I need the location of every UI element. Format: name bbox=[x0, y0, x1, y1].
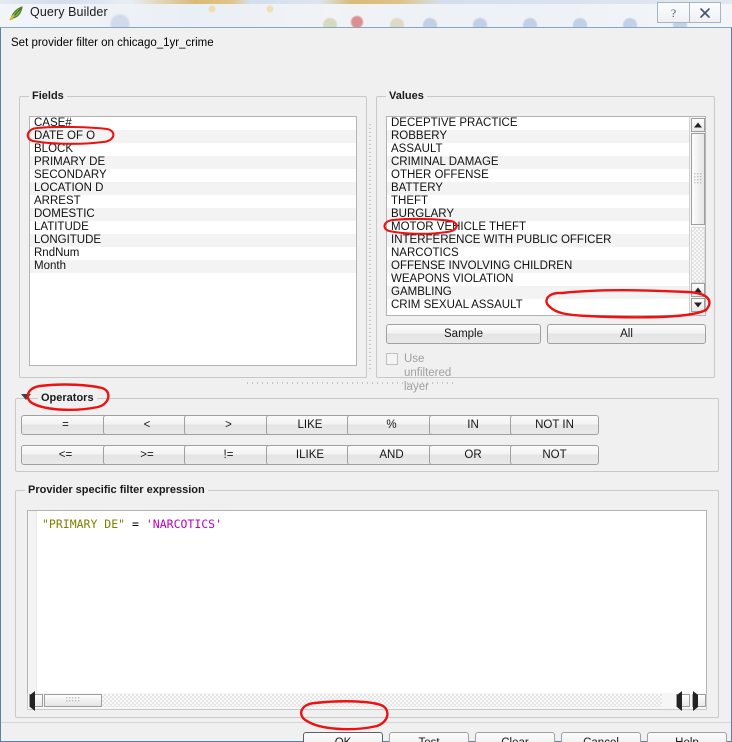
fields-list-rows: CASE#DATE OF OBLOCKPRIMARY DESECONDARYLO… bbox=[30, 117, 356, 273]
all-button[interactable]: All bbox=[547, 324, 706, 344]
values-list-item[interactable]: BATTERY bbox=[387, 182, 705, 195]
window-title: Query Builder bbox=[30, 5, 108, 19]
editor-gutter bbox=[28, 511, 37, 702]
scroll-right-icon[interactable] bbox=[692, 694, 706, 707]
help-caption-button[interactable]: ? bbox=[657, 2, 689, 23]
operator-button-not-in[interactable]: NOT IN bbox=[510, 415, 599, 435]
close-x-icon bbox=[698, 6, 712, 20]
values-list-item[interactable]: ASSAULT bbox=[387, 143, 705, 156]
scroll-left-icon[interactable] bbox=[29, 694, 43, 707]
values-list-item[interactable]: MOTOR VEHICLE THEFT bbox=[387, 221, 705, 234]
bottom-separator bbox=[1, 722, 731, 723]
filter-expression-text: "PRIMARY DE" = 'NARCOTICS' bbox=[42, 517, 222, 532]
use-unfiltered-layer-checkbox[interactable] bbox=[386, 353, 398, 365]
question-mark-icon: ? bbox=[667, 6, 680, 20]
fields-list-item[interactable]: LOCATION D bbox=[30, 182, 356, 195]
operator-button-[interactable]: >= bbox=[103, 445, 192, 465]
fields-list-item[interactable]: DOMESTIC bbox=[30, 208, 356, 221]
window-titlebar: Query Builder ? bbox=[0, 0, 732, 27]
operator-button-[interactable]: > bbox=[184, 415, 273, 435]
fields-list-item[interactable]: PRIMARY DE bbox=[30, 156, 356, 169]
dialog-body: Set provider filter on chicago_1yr_crime… bbox=[0, 27, 732, 742]
fields-values-splitter[interactable] bbox=[367, 124, 374, 369]
clear-button[interactable]: Clear bbox=[475, 732, 555, 742]
filter-expression-editor[interactable]: "PRIMARY DE" = 'NARCOTICS' bbox=[27, 510, 707, 703]
values-list[interactable]: DECEPTIVE PRACTICEROBBERYASSAULTCRIMINAL… bbox=[386, 116, 706, 316]
hscrollbar-thumb[interactable] bbox=[44, 694, 102, 707]
desktop-blur-strip bbox=[0, 0, 732, 4]
fields-list-item[interactable]: DATE OF O bbox=[30, 130, 356, 143]
svg-text:?: ? bbox=[671, 6, 676, 20]
scroll-up-icon-bottom[interactable] bbox=[691, 283, 705, 297]
values-list-item[interactable]: GAMBLING bbox=[387, 286, 705, 299]
operator-button-[interactable]: = bbox=[21, 415, 110, 435]
fields-list[interactable]: CASE#DATE OF OBLOCKPRIMARY DESECONDARYLO… bbox=[29, 116, 357, 366]
fields-list-item[interactable]: BLOCK bbox=[30, 143, 356, 156]
values-list-item[interactable]: WEAPONS VIOLATION bbox=[387, 273, 705, 286]
values-list-item[interactable]: DECEPTIVE PRACTICE bbox=[387, 117, 705, 130]
fields-group-label: Fields bbox=[29, 90, 67, 102]
fields-list-item[interactable]: RndNum bbox=[30, 247, 356, 260]
values-list-item[interactable]: CRIM SEXUAL ASSAULT bbox=[387, 299, 705, 312]
qgis-leaf-icon bbox=[8, 5, 25, 22]
sample-button[interactable]: Sample bbox=[386, 324, 541, 344]
operator-button-not[interactable]: NOT bbox=[510, 445, 599, 465]
fields-list-item[interactable]: Month bbox=[30, 260, 356, 273]
ok-button[interactable]: OK bbox=[303, 732, 383, 742]
values-list-item[interactable]: INTERFERENCE WITH PUBLIC OFFICER bbox=[387, 234, 705, 247]
values-vertical-scrollbar[interactable] bbox=[689, 117, 705, 315]
scrollbar-track[interactable] bbox=[691, 227, 705, 283]
provider-filter-subtitle: Set provider filter on chicago_1yr_crime bbox=[11, 37, 214, 49]
query-builder-window: Query Builder ? Set provider filter on c… bbox=[0, 0, 732, 742]
values-list-rows: DECEPTIVE PRACTICEROBBERYASSAULTCRIMINAL… bbox=[387, 117, 705, 312]
operator-button-or[interactable]: OR bbox=[429, 445, 518, 465]
test-button[interactable]: Test bbox=[389, 732, 469, 742]
values-list-item[interactable]: BURGLARY bbox=[387, 208, 705, 221]
expression-group-label: Provider specific filter expression bbox=[25, 484, 208, 496]
fields-list-item[interactable]: CASE# bbox=[30, 117, 356, 130]
operators-group-label: Operators bbox=[38, 392, 97, 404]
expression-token-string: 'NARCOTICS' bbox=[146, 517, 222, 531]
fields-list-item[interactable]: LONGITUDE bbox=[30, 234, 356, 247]
operator-button-[interactable]: != bbox=[184, 445, 273, 465]
fields-list-item[interactable]: ARREST bbox=[30, 195, 356, 208]
operator-button-in[interactable]: IN bbox=[429, 415, 518, 435]
grip-dots-icon-h bbox=[65, 697, 81, 705]
grip-dots-icon bbox=[694, 172, 702, 186]
fields-list-item[interactable]: LATITUDE bbox=[30, 221, 356, 234]
hscrollbar-track[interactable] bbox=[102, 694, 662, 707]
scroll-left-icon-end[interactable] bbox=[676, 694, 690, 707]
cancel-button[interactable]: Cancel bbox=[561, 732, 641, 742]
operator-button-[interactable]: < bbox=[103, 415, 192, 435]
scroll-down-icon[interactable] bbox=[691, 298, 705, 312]
close-caption-button[interactable] bbox=[689, 2, 721, 23]
help-button[interactable]: Help bbox=[647, 732, 727, 742]
chevron-down-icon[interactable] bbox=[21, 394, 31, 400]
values-group-label: Values bbox=[386, 90, 427, 102]
values-list-item[interactable]: OTHER OFFENSE bbox=[387, 169, 705, 182]
operator-button-and[interactable]: AND bbox=[347, 445, 436, 465]
values-list-item[interactable]: THEFT bbox=[387, 195, 705, 208]
values-list-item[interactable]: NARCOTICS bbox=[387, 247, 705, 260]
operator-button-like[interactable]: LIKE bbox=[266, 415, 355, 435]
operator-button-[interactable]: % bbox=[347, 415, 436, 435]
use-unfiltered-layer-label: Use unfiltered layer bbox=[404, 352, 451, 394]
values-list-item[interactable]: CRIMINAL DAMAGE bbox=[387, 156, 705, 169]
scrollbar-thumb[interactable] bbox=[691, 133, 705, 225]
expression-token-field: "PRIMARY DE" bbox=[42, 517, 125, 531]
expression-token-operator: = bbox=[125, 517, 146, 531]
values-list-item[interactable]: ROBBERY bbox=[387, 130, 705, 143]
expression-horizontal-scrollbar[interactable] bbox=[27, 693, 707, 710]
operator-button-[interactable]: <= bbox=[21, 445, 110, 465]
scroll-up-icon[interactable] bbox=[691, 118, 705, 132]
operator-button-ilike[interactable]: ILIKE bbox=[266, 445, 355, 465]
fields-list-item[interactable]: SECONDARY bbox=[30, 169, 356, 182]
values-list-item[interactable]: OFFENSE INVOLVING CHILDREN bbox=[387, 260, 705, 273]
